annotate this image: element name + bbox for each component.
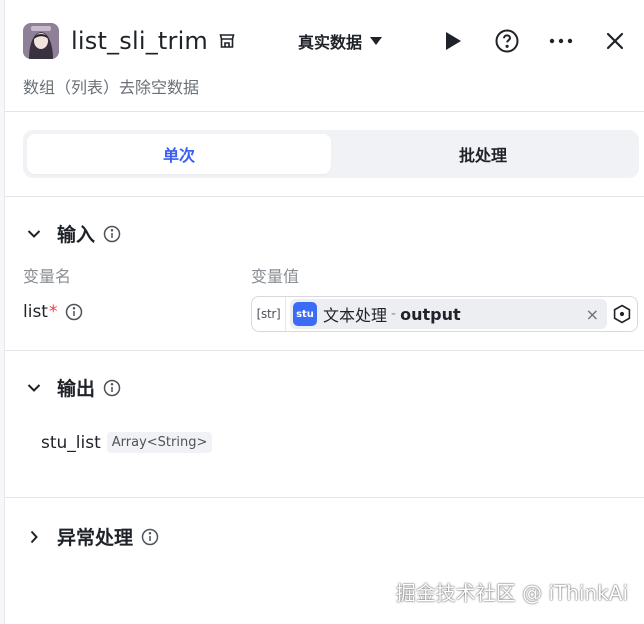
node-avatar bbox=[23, 23, 59, 59]
reference-chip[interactable]: stu 文本处理 - output × bbox=[290, 299, 607, 329]
node-title: list_sli_trim bbox=[71, 27, 209, 55]
output-section-title: 输出 bbox=[57, 378, 96, 400]
chevron-down-icon[interactable] bbox=[27, 381, 41, 395]
input-section-title: 输入 bbox=[57, 224, 96, 246]
reference-separator: - bbox=[391, 306, 397, 322]
close-icon[interactable] bbox=[602, 28, 628, 54]
divider bbox=[5, 196, 644, 197]
chevron-down-icon[interactable] bbox=[27, 227, 41, 241]
run-mode-tabs: 单次 批处理 bbox=[23, 130, 639, 178]
reference-node-name: 文本处理 bbox=[323, 306, 388, 325]
data-mode-select[interactable]: 真实数据 bbox=[298, 29, 382, 53]
panel-header: list_sli_trim 真实数据 bbox=[23, 20, 628, 62]
caret-down-icon bbox=[370, 37, 382, 45]
chevron-right-icon[interactable] bbox=[27, 530, 41, 544]
node-description: 数组（列表）去除空数据 bbox=[23, 78, 200, 97]
tab-batch[interactable]: 批处理 bbox=[331, 134, 635, 174]
variable-name-text: list bbox=[23, 302, 48, 322]
variable-name: list * bbox=[23, 302, 83, 322]
required-mark: * bbox=[48, 302, 58, 322]
help-circle-icon[interactable] bbox=[494, 28, 520, 54]
exception-section-title: 异常处理 bbox=[57, 527, 134, 549]
output-field: stu_list Array<String> bbox=[41, 432, 213, 453]
divider bbox=[5, 111, 644, 112]
divider bbox=[5, 350, 644, 351]
watermark: 掘金技术社区 @ iThinkAi bbox=[395, 581, 628, 605]
column-label-value: 变量值 bbox=[251, 267, 300, 286]
output-field-name: stu_list bbox=[41, 432, 101, 453]
output-type-badge: Array<String> bbox=[106, 432, 213, 453]
input-section-header[interactable]: 输入 bbox=[27, 220, 121, 247]
column-label-name: 变量名 bbox=[23, 267, 72, 286]
info-icon[interactable] bbox=[103, 379, 121, 397]
exception-section-header[interactable]: 异常处理 bbox=[27, 523, 159, 550]
info-icon[interactable] bbox=[103, 225, 121, 243]
reference-output-name: output bbox=[400, 304, 461, 324]
variable-picker-icon[interactable] bbox=[607, 297, 637, 331]
divider bbox=[5, 497, 644, 498]
info-icon[interactable] bbox=[65, 303, 83, 321]
text-process-node-icon: stu bbox=[293, 302, 317, 326]
header-actions: 真实数据 bbox=[298, 28, 628, 54]
type-tag: [str] bbox=[252, 297, 286, 331]
data-mode-label: 真实数据 bbox=[297, 33, 362, 52]
node-config-panel: list_sli_trim 真实数据 数组（列表）去除空数据 单次 批处理 输入… bbox=[4, 0, 644, 624]
output-section-header[interactable]: 输出 bbox=[27, 374, 121, 401]
variable-reference-field[interactable]: [str] stu 文本处理 - output × bbox=[251, 296, 638, 332]
play-icon[interactable] bbox=[440, 28, 466, 54]
info-icon[interactable] bbox=[141, 528, 159, 546]
storefront-icon[interactable] bbox=[218, 32, 236, 50]
tab-single[interactable]: 单次 bbox=[27, 134, 331, 174]
more-horizontal-icon[interactable] bbox=[548, 28, 574, 54]
clear-reference-button[interactable]: × bbox=[586, 305, 599, 324]
